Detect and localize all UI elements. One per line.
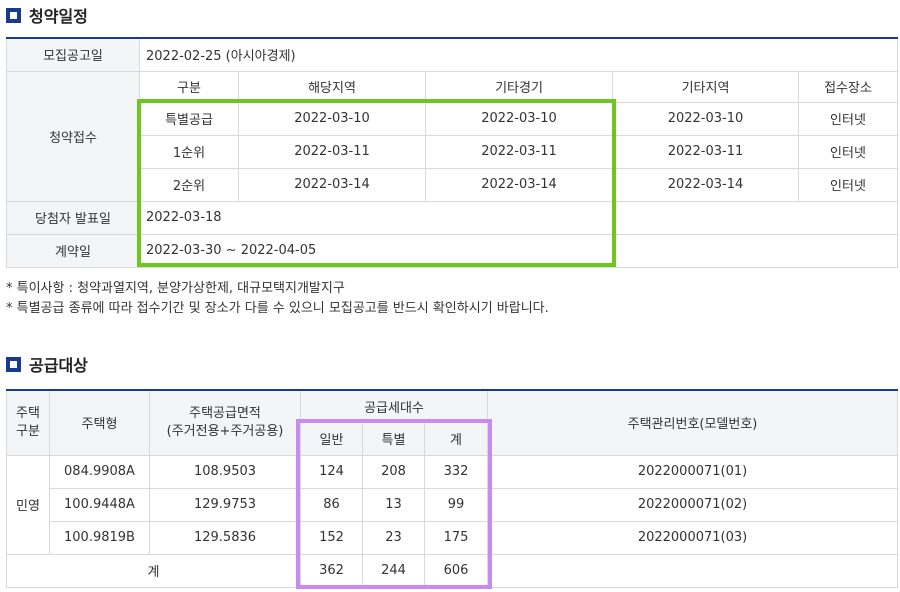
cell-type: 1순위 [139, 134, 239, 169]
cell-general: 124 [300, 454, 363, 489]
table-row: 특별공급 2022-03-10 2022-03-10 2022-03-10 인터… [7, 101, 898, 136]
cell-general: 152 [300, 520, 363, 555]
cell-date: 2022-03-11 [425, 134, 613, 169]
receipt-label: 청약접수 [6, 70, 140, 202]
cell-total: 175 [423, 520, 489, 555]
header-area: 주택공급면적 (주거전용+주거공용) [149, 389, 301, 456]
header-total: 계 [423, 421, 489, 456]
header-area-line1: 주택공급면적 [189, 405, 261, 421]
cell-total: 332 [423, 454, 489, 489]
section-title-schedule: 청약일정 [6, 3, 88, 27]
notes: * 특이사항 : 청약과열지역, 분양가상한제, 대규모택지개발지구 * 특별공… [6, 279, 549, 319]
sum-empty [487, 553, 899, 588]
cell-mgmt: 2022000071(02) [487, 487, 899, 522]
sum-label: 계 [6, 553, 301, 588]
cell-date: 2022-03-14 [612, 167, 799, 202]
section-title-supply: 공급대상 [6, 352, 88, 376]
schedule-table: 모집공고일 2022-02-25 (아시아경제) 청약접수 구분 해당지역 기타… [6, 37, 898, 268]
cell-type: 특별공급 [139, 101, 239, 136]
cell-place: 인터넷 [798, 134, 898, 169]
winner-date-label: 당첨자 발표일 [6, 200, 140, 235]
note-line: * 특별공급 종류에 따라 접수기간 및 장소가 다를 수 있으니 모집공고를 … [6, 301, 549, 316]
table-row: 1순위 2022-03-11 2022-03-11 2022-03-11 인터넷 [7, 134, 898, 169]
square-bullet-icon [6, 7, 21, 23]
table-row: 100.9819B 129.5836 152 23 175 2022000071… [7, 520, 899, 555]
header-place: 접수장소 [798, 70, 898, 103]
cell-date: 2022-03-14 [238, 167, 426, 202]
cell-special: 13 [362, 487, 425, 522]
cell-general: 86 [300, 487, 363, 522]
cell-mgmt: 2022000071(01) [487, 454, 899, 489]
cell-area: 108.9503 [149, 454, 301, 489]
supply-table: 주택 구분 주택형 주택공급면적 (주거전용+주거공용) 공급세대수 주택관리번… [6, 389, 899, 588]
cell-area: 129.9753 [149, 487, 301, 522]
header-general: 일반 [300, 421, 363, 456]
cell-date: 2022-03-10 [612, 101, 799, 136]
cell-date: 2022-03-11 [612, 134, 799, 169]
table-row: 민영 084.9908A 108.9503 124 208 332 202200… [6, 454, 899, 555]
winner-date-value: 2022-03-18 [139, 200, 898, 235]
header-model: 주택형 [49, 389, 150, 456]
sum-general: 362 [300, 553, 363, 588]
section-title-text: 청약일정 [29, 7, 88, 26]
contract-date-label: 계약일 [6, 233, 140, 268]
notice-date-label: 모집공고일 [6, 37, 140, 72]
total-row: 계 362 244 606 [6, 553, 899, 588]
cell-type: 2순위 [139, 167, 239, 202]
cell-date: 2022-03-11 [238, 134, 426, 169]
cell-date: 2022-03-14 [425, 167, 613, 202]
cell-date: 2022-03-10 [425, 101, 613, 136]
cell-place: 인터넷 [798, 167, 898, 202]
header-category: 구분 [139, 70, 239, 103]
header-housing-type: 주택 구분 [6, 389, 50, 456]
cell-special: 208 [362, 454, 425, 489]
header-mgmt-number: 주택관리번호(모델번호) [487, 389, 899, 456]
cell-model: 100.9448A [49, 487, 150, 522]
square-bullet-icon [6, 356, 21, 372]
cell-date: 2022-03-10 [238, 101, 426, 136]
header-area-line2: (주거전용+주거공용) [166, 423, 284, 439]
notice-date-value: 2022-02-25 (아시아경제) [139, 37, 898, 72]
table-row: 2순위 2022-03-14 2022-03-14 2022-03-14 인터넷 [7, 167, 898, 202]
header-local: 해당지역 [238, 70, 426, 103]
cell-special: 23 [362, 520, 425, 555]
header-other-region: 기타지역 [612, 70, 799, 103]
header-special: 특별 [362, 421, 425, 456]
cell-place: 인터넷 [798, 101, 898, 136]
cell-model: 100.9819B [49, 520, 150, 555]
table-row: 100.9448A 129.9753 86 13 99 2022000071(0… [7, 487, 899, 522]
cell-mgmt: 2022000071(03) [487, 520, 899, 555]
contract-date-value: 2022-03-30 ~ 2022-04-05 [139, 233, 898, 268]
section-title-text: 공급대상 [29, 356, 88, 375]
cell-area: 129.5836 [149, 520, 301, 555]
header-units: 공급세대수 [299, 389, 489, 423]
sum-special: 244 [362, 553, 425, 588]
header-other-gyeonggi: 기타경기 [425, 70, 613, 103]
note-line: * 특이사항 : 청약과열지역, 분양가상한제, 대규모택지개발지구 [6, 281, 345, 296]
cell-model: 084.9908A [49, 454, 150, 489]
sum-total: 606 [423, 553, 489, 588]
cell-total: 99 [423, 487, 489, 522]
cell-category: 민영 [6, 454, 50, 555]
